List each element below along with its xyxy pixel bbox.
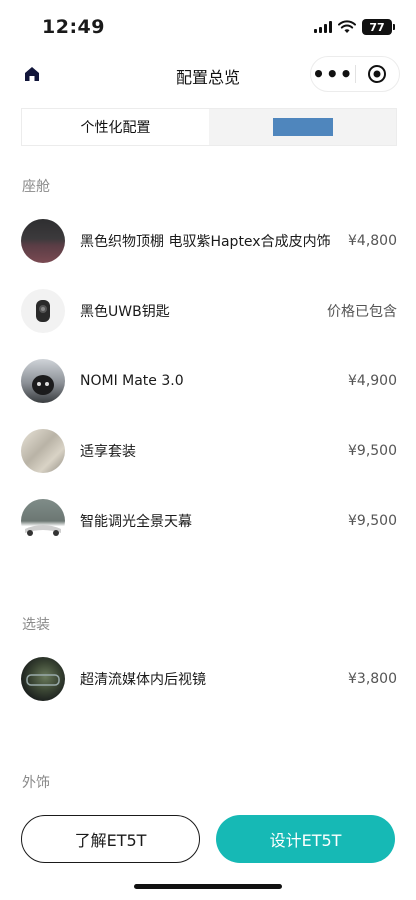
- close-miniprogram-icon[interactable]: [355, 57, 399, 91]
- status-bar: 12:49 77: [0, 0, 416, 52]
- uwb-key-icon: [36, 300, 50, 322]
- item-thumbnail: [21, 359, 65, 403]
- list-item[interactable]: 超清流媒体内后视镜 ¥3,800: [21, 657, 397, 701]
- item-name: 智能调光全景天幕: [80, 514, 192, 530]
- list-item[interactable]: 黑色UWB钥匙 价格已包含: [21, 289, 397, 333]
- wifi-icon: [338, 20, 356, 33]
- list-item[interactable]: 智能调光全景天幕 ¥9,500: [21, 499, 397, 543]
- item-thumbnail: [21, 289, 65, 333]
- item-name: 黑色UWB钥匙: [80, 304, 170, 320]
- list-item[interactable]: 适享套装 ¥9,500: [21, 429, 397, 473]
- home-indicator: [134, 884, 282, 889]
- section-label-cabin: 座舱: [22, 179, 50, 195]
- section-label-options: 选装: [22, 617, 50, 633]
- item-price: ¥3,800: [348, 671, 397, 687]
- item-price: ¥9,500: [348, 513, 397, 529]
- item-thumbnail: [21, 499, 65, 543]
- item-price: ¥4,800: [348, 233, 397, 249]
- rearview-mirror-icon: [26, 674, 60, 686]
- item-price: ¥4,900: [348, 373, 397, 389]
- config-tabs: 个性化配置: [21, 108, 397, 146]
- learn-et5t-button[interactable]: 了解ET5T: [21, 815, 200, 863]
- list-item[interactable]: 黑色织物顶棚 电驭紫Haptex合成皮内饰 ¥4,800: [21, 219, 397, 263]
- item-name: 超清流媒体内后视镜: [80, 672, 206, 688]
- panoramic-roof-icon: [25, 525, 61, 536]
- design-et5t-button[interactable]: 设计ET5T: [216, 815, 395, 863]
- item-name: 黑色织物顶棚 电驭紫Haptex合成皮内饰: [80, 234, 331, 250]
- nav-bar: 配置总览 •••: [0, 52, 416, 98]
- item-price: ¥9,500: [348, 443, 397, 459]
- battery-icon: 77: [362, 19, 395, 35]
- status-icons: 77: [314, 19, 395, 35]
- cellular-signal-icon: [314, 21, 332, 33]
- item-thumbnail: [21, 657, 65, 701]
- status-time: 12:49: [42, 16, 105, 38]
- list-item[interactable]: NOMI Mate 3.0 ¥4,900: [21, 359, 397, 403]
- item-name: NOMI Mate 3.0: [80, 373, 184, 389]
- more-options-icon[interactable]: •••: [311, 57, 355, 91]
- item-thumbnail: [21, 219, 65, 263]
- nomi-robot-icon: [32, 375, 54, 395]
- mini-program-capsule: •••: [310, 56, 400, 92]
- section-label-exterior: 外饰: [22, 775, 50, 791]
- tab-personalized-config[interactable]: 个性化配置: [22, 109, 209, 145]
- tab-second[interactable]: [209, 109, 396, 145]
- item-price: 价格已包含: [327, 304, 397, 320]
- item-name: 适享套装: [80, 444, 136, 460]
- item-thumbnail: [21, 429, 65, 473]
- tab-second-label-redacted: [272, 118, 333, 136]
